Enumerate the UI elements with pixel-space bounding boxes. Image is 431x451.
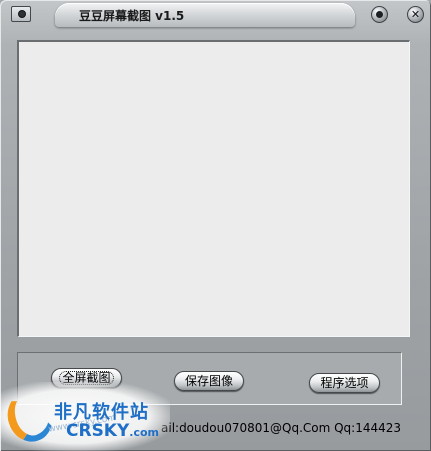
minimize-dot-icon: [376, 11, 383, 18]
window-title: 豆豆屏幕截图 v1.5: [79, 9, 185, 23]
close-button[interactable]: ✕: [407, 6, 424, 23]
watermark-name-en: CRSKY.com: [66, 421, 159, 441]
camera-lens: [18, 10, 26, 18]
minimize-button[interactable]: [371, 6, 388, 23]
title-bar[interactable]: 豆豆屏幕截图 v1.5 ✕: [0, 0, 431, 30]
camera-icon[interactable]: [11, 6, 31, 22]
save-image-button[interactable]: 保存图像: [174, 371, 244, 391]
contact-info: ail:doudou070801@Qq.Com Qq:144423: [161, 421, 402, 435]
screenshot-preview-area: [17, 40, 410, 337]
app-window: 豆豆屏幕截图 v1.5 ✕ 全屏截图 保存图像 程序选项 ail:doudou0…: [0, 0, 431, 451]
close-icon: ✕: [410, 8, 421, 21]
watermark-brand: CRSKY: [66, 421, 130, 441]
title-plate: 豆豆屏幕截图 v1.5: [55, 3, 355, 27]
program-options-button[interactable]: 程序选项: [309, 373, 380, 393]
watermark-domain-suffix: .com: [129, 426, 160, 439]
